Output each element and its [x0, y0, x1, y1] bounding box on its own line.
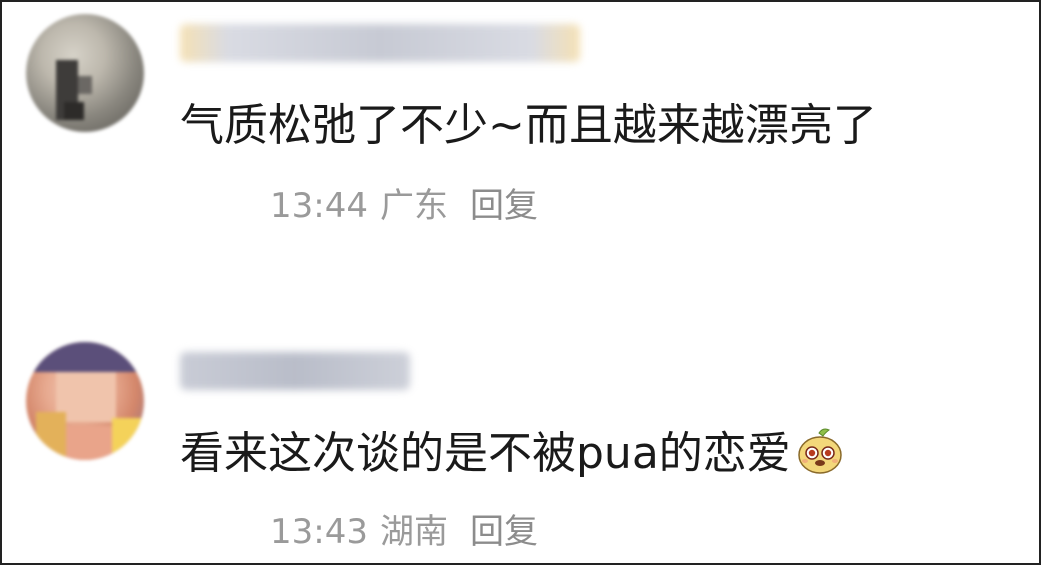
- comment-location: 广东: [379, 186, 448, 226]
- username-blurred[interactable]: [180, 24, 580, 62]
- comment-list: 气质松弛了不少~而且越来越漂亮了 13:44 广东 回复 看来这次谈的是不被pua的…: [0, 0, 1041, 565]
- comment-text: 气质松弛了不少~而且越来越漂亮了: [180, 100, 877, 151]
- comment-location: 湖南: [379, 512, 448, 552]
- comment-meta: 13:43 湖南 回复: [270, 510, 538, 554]
- comment-time: 13:44: [270, 186, 368, 226]
- reply-button[interactable]: 回复: [470, 510, 538, 554]
- comment-meta: 13:44 广东 回复: [270, 184, 538, 228]
- username-blurred[interactable]: [180, 352, 410, 390]
- reply-button[interactable]: 回复: [470, 184, 538, 228]
- cute-animal-emoji-icon: [795, 427, 845, 477]
- avatar[interactable]: [26, 14, 144, 132]
- avatar[interactable]: [26, 342, 144, 460]
- comment-time: 13:43: [270, 512, 368, 552]
- comment-text-content: 看来这次谈的是不被pua的恋爱: [180, 428, 791, 479]
- comment-text: 看来这次谈的是不被pua的恋爱: [180, 426, 845, 482]
